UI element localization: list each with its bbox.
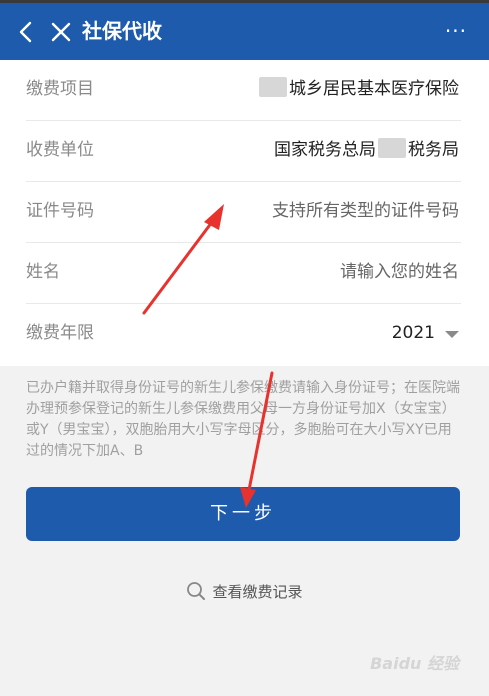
row-collecting-unit: 收费单位 国家税务总局 税务局 xyxy=(0,121,489,182)
caret-down-icon[interactable] xyxy=(445,331,459,338)
close-icon[interactable] xyxy=(50,21,72,43)
payment-year-select[interactable]: 2021 xyxy=(392,321,435,345)
collecting-unit-value: 国家税务总局 税务局 xyxy=(274,138,459,160)
redacted-text xyxy=(378,138,406,158)
id-number-label: 证件号码 xyxy=(26,201,94,221)
watermark: Baidu 经验 xyxy=(370,654,459,673)
collecting-unit-label: 收费单位 xyxy=(26,140,94,160)
name-input[interactable]: 请输入您的姓名 xyxy=(340,260,459,284)
more-menu-icon[interactable]: ··· xyxy=(445,17,467,45)
payment-year-label: 缴费年限 xyxy=(26,323,94,343)
row-id-number[interactable]: 证件号码 支持所有类型的证件号码 xyxy=(0,182,489,243)
chevron-left-icon[interactable] xyxy=(16,20,36,44)
page-title: 社保代收 xyxy=(82,19,162,43)
name-label: 姓名 xyxy=(26,262,60,282)
row-payment-year[interactable]: 缴费年限 2021 xyxy=(0,304,489,365)
row-payment-item[interactable]: 缴费项目 城乡居民基本医疗保险 xyxy=(0,60,489,121)
id-number-input[interactable]: 支持所有类型的证件号码 xyxy=(272,199,459,223)
notice-text: 已办户籍并取得身份证号的新生儿参保缴费请输入身份证号；在医院端办理预参保登记的新… xyxy=(26,380,460,459)
redacted-text xyxy=(259,77,287,97)
view-records-link[interactable]: 查看缴费记录 xyxy=(0,580,489,604)
payment-item-label: 缴费项目 xyxy=(26,79,94,99)
row-name[interactable]: 姓名 请输入您的姓名 xyxy=(0,243,489,304)
next-button[interactable]: 下一步 xyxy=(26,487,460,541)
payment-item-value: 城乡居民基本医疗保险 xyxy=(257,77,459,101)
payment-form: 缴费项目 城乡居民基本医疗保险 收费单位 国家税务总局 税务局 证件号码 支持所有… xyxy=(0,60,489,366)
search-icon xyxy=(187,582,206,600)
view-records-label: 查看缴费记录 xyxy=(212,583,303,601)
app-header: 社保代收 ··· xyxy=(0,0,489,60)
